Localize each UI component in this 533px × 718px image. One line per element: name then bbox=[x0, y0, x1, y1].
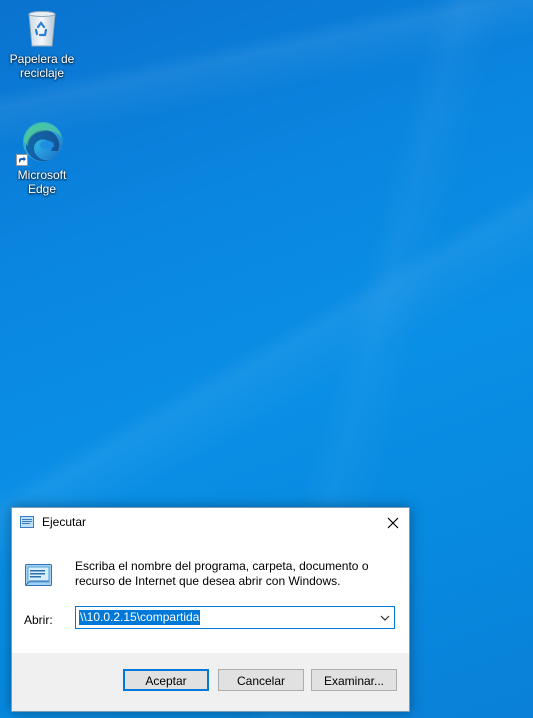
dialog-content: Escriba el nombre del programa, carpeta,… bbox=[12, 537, 409, 653]
desktop-icon-recycle-bin[interactable]: Papelera de reciclaje bbox=[2, 2, 82, 80]
dropdown-button[interactable] bbox=[376, 608, 393, 627]
browse-button[interactable]: Examinar... bbox=[311, 669, 397, 691]
close-button[interactable] bbox=[377, 508, 409, 537]
desktop-icon-label: Papelera de bbox=[9, 52, 75, 66]
run-dialog: Ejecutar Escriba el nombre del programa,… bbox=[11, 507, 410, 712]
shortcut-arrow-icon bbox=[16, 154, 28, 166]
open-combobox[interactable]: \\10.0.2.15\compartida bbox=[75, 606, 395, 629]
desktop-icon-label: Microsoft Edge bbox=[17, 168, 67, 196]
close-icon bbox=[387, 517, 399, 528]
desktop-icon-label: reciclaje bbox=[19, 66, 64, 80]
ok-button[interactable]: Aceptar bbox=[123, 669, 209, 691]
dialog-title: Ejecutar bbox=[42, 515, 87, 529]
open-input-value[interactable]: \\10.0.2.15\compartida bbox=[79, 610, 201, 625]
run-program-icon bbox=[24, 559, 56, 591]
desktop-icon-microsoft-edge[interactable]: Microsoft Edge bbox=[2, 118, 82, 196]
dialog-titlebar[interactable]: Ejecutar bbox=[12, 508, 409, 537]
chevron-down-icon bbox=[380, 615, 389, 621]
edge-icon bbox=[16, 118, 66, 166]
cancel-button[interactable]: Cancelar bbox=[218, 669, 304, 691]
dialog-description: Escriba el nombre del programa, carpeta,… bbox=[75, 559, 369, 588]
recycle-bin-icon bbox=[18, 2, 66, 50]
open-label: Abrir: bbox=[24, 613, 53, 627]
run-icon bbox=[20, 515, 36, 529]
